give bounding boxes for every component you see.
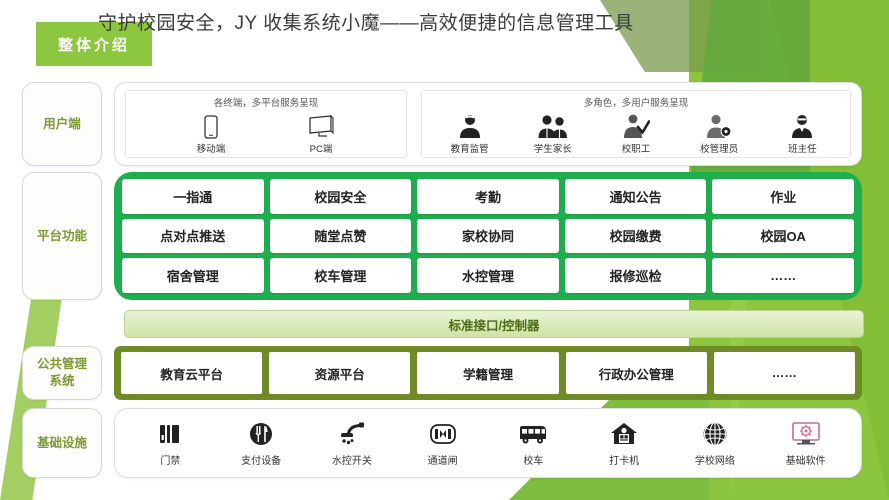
row-label-public-line1: 公共管理 (36, 357, 87, 372)
person-admin-icon (705, 113, 733, 139)
platform-function-cell[interactable]: 一指通 (122, 179, 264, 214)
person-supervisor-icon (457, 113, 483, 139)
terminal-panel-caption: 各终端，多平台服务呈现 (213, 98, 319, 109)
public-management-item[interactable]: 学籍管理 (417, 352, 559, 394)
row-platform-functions: 平台功能 一指通 校园安全 考勤 通知公告 作业 点对点推送 随堂点赞 家校协同… (22, 172, 862, 300)
row-infrastructure: 基础设施 门禁 支付设备 水控开关 通道闸 校车 打卡机 学校网络 基础软件 (22, 408, 862, 478)
person-staff-icon (622, 113, 650, 139)
infrastructure-item-payment-device[interactable]: 支付设备 (219, 419, 303, 467)
terminal-panel: 各终端，多平台服务呈现 移动端 PC端 (125, 90, 407, 158)
platform-function-cell[interactable]: …… (712, 258, 854, 293)
platform-function-grid: 一指通 校园安全 考勤 通知公告 作业 点对点推送 随堂点赞 家校协同 校园缴费… (114, 172, 862, 300)
terminal-item-pc[interactable]: PC端 (289, 113, 353, 155)
infrastructure-item-payment-device-label: 支付设备 (241, 456, 282, 467)
role-panel-caption: 多角色，多用户服务呈现 (583, 98, 689, 109)
school-bus-icon (517, 419, 549, 449)
row-user-end: 用户端 各终端，多平台服务呈现 移动端 PC端 多角色，多用户服务呈现 教育监管… (22, 82, 862, 166)
role-item-teacher-label: 班主任 (788, 144, 817, 155)
page-title: 守护校园安全，JY 收集系统小魔——高效便捷的信息管理工具 (98, 13, 634, 34)
platform-function-cell[interactable]: 点对点推送 (122, 218, 264, 254)
platform-function-cell[interactable]: 校园缴费 (564, 218, 707, 254)
row-public-management: 公共管理 系统 教育云平台 资源平台 学籍管理 行政办公管理 …… (22, 346, 862, 400)
public-management-list: 教育云平台 资源平台 学籍管理 行政办公管理 …… (114, 346, 862, 400)
infrastructure-item-access-card-label: 门禁 (160, 456, 181, 467)
infrastructure-item-punch-clock-label: 打卡机 (609, 456, 640, 467)
platform-function-cell[interactable]: 作业 (712, 179, 854, 214)
terminal-item-mobile[interactable]: 移动端 (179, 113, 243, 155)
platform-function-cell[interactable]: 水控管理 (417, 258, 559, 293)
role-item-teacher[interactable]: 班主任 (770, 113, 834, 155)
role-item-supervisor-label: 教育监管 (450, 144, 489, 155)
platform-function-cell[interactable]: 报修巡检 (564, 258, 707, 293)
role-item-admin-label: 校管理员 (700, 144, 739, 155)
platform-function-cell[interactable]: 考勤 (417, 179, 559, 214)
punch-clock-icon (610, 419, 638, 449)
row-label-infrastructure: 基础设施 (22, 408, 102, 478)
slide-header: 整体介绍 守护校园安全，JY 收集系统小魔——高效便捷的信息管理工具 (0, 0, 889, 72)
desktop-monitor-icon (307, 113, 335, 139)
infrastructure-item-access-card[interactable]: 门禁 (128, 419, 212, 467)
row-label-platform: 平台功能 (22, 172, 102, 300)
slide-canvas: 整体介绍 守护校园安全，JY 收集系统小魔——高效便捷的信息管理工具 用户端 各… (0, 0, 889, 500)
terminal-item-mobile-label: 移动端 (196, 144, 226, 155)
role-item-staff-label: 校职工 (621, 144, 651, 155)
water-switch-icon (337, 419, 367, 449)
platform-function-cell[interactable]: 校园OA (712, 218, 854, 254)
role-item-staff[interactable]: 校职工 (604, 113, 668, 155)
row-label-public-management: 公共管理 系统 (22, 346, 102, 400)
platform-function-cell[interactable]: 校车管理 (269, 258, 412, 293)
payment-device-icon (248, 419, 274, 449)
infrastructure-item-punch-clock[interactable]: 打卡机 (582, 419, 666, 467)
role-item-parent-label: 学生家长 (533, 144, 572, 155)
infrastructure-list: 门禁 支付设备 水控开关 通道闸 校车 打卡机 学校网络 基础软件 (114, 408, 862, 478)
infrastructure-item-water-switch[interactable]: 水控开关 (310, 419, 394, 467)
person-parents-icon (537, 113, 569, 139)
infrastructure-item-school-bus[interactable]: 校车 (491, 419, 575, 467)
gate-turnstile-icon (429, 419, 457, 449)
public-management-item[interactable]: 资源平台 (269, 352, 411, 394)
mobile-phone-icon (204, 113, 218, 139)
globe-network-icon (702, 419, 728, 449)
person-teacher-icon (789, 113, 815, 139)
infrastructure-item-gate[interactable]: 通道闸 (401, 419, 485, 467)
infrastructure-item-basic-software-label: 基础软件 (785, 456, 826, 467)
public-management-item[interactable]: …… (713, 352, 855, 394)
infrastructure-item-water-switch-label: 水控开关 (331, 456, 372, 467)
platform-function-cell[interactable]: 家校协同 (417, 218, 559, 254)
infrastructure-item-gate-label: 通道闸 (427, 456, 458, 467)
role-item-parent[interactable]: 学生家长 (521, 113, 585, 155)
role-item-supervisor[interactable]: 教育监管 (438, 113, 502, 155)
public-management-item[interactable]: 教育云平台 (121, 352, 263, 394)
access-card-icon (157, 419, 183, 449)
platform-function-cell[interactable]: 随堂点赞 (269, 218, 412, 254)
row-label-user-end: 用户端 (22, 82, 102, 166)
role-panel: 多角色，多用户服务呈现 教育监管 学生家长 校职工 校管理员 班主任 (421, 90, 851, 158)
platform-function-cell[interactable]: 校园安全 (269, 179, 412, 214)
basic-software-icon (791, 419, 821, 449)
standard-interface-bar: 标准接口/控制器 (124, 310, 864, 338)
terminal-item-pc-label: PC端 (309, 144, 333, 155)
role-item-admin[interactable]: 校管理员 (687, 113, 751, 155)
infrastructure-item-network[interactable]: 学校网络 (673, 419, 757, 467)
infrastructure-item-network-label: 学校网络 (694, 456, 735, 467)
platform-function-cell[interactable]: 宿舍管理 (122, 258, 264, 293)
infrastructure-item-school-bus-label: 校车 (523, 456, 544, 467)
row-label-public-line2: 系统 (49, 374, 75, 388)
user-end-card: 各终端，多平台服务呈现 移动端 PC端 多角色，多用户服务呈现 教育监管 学生家… (114, 82, 862, 166)
infrastructure-item-basic-software[interactable]: 基础软件 (764, 419, 848, 467)
platform-function-cell[interactable]: 通知公告 (564, 179, 707, 214)
public-management-item[interactable]: 行政办公管理 (565, 352, 707, 394)
